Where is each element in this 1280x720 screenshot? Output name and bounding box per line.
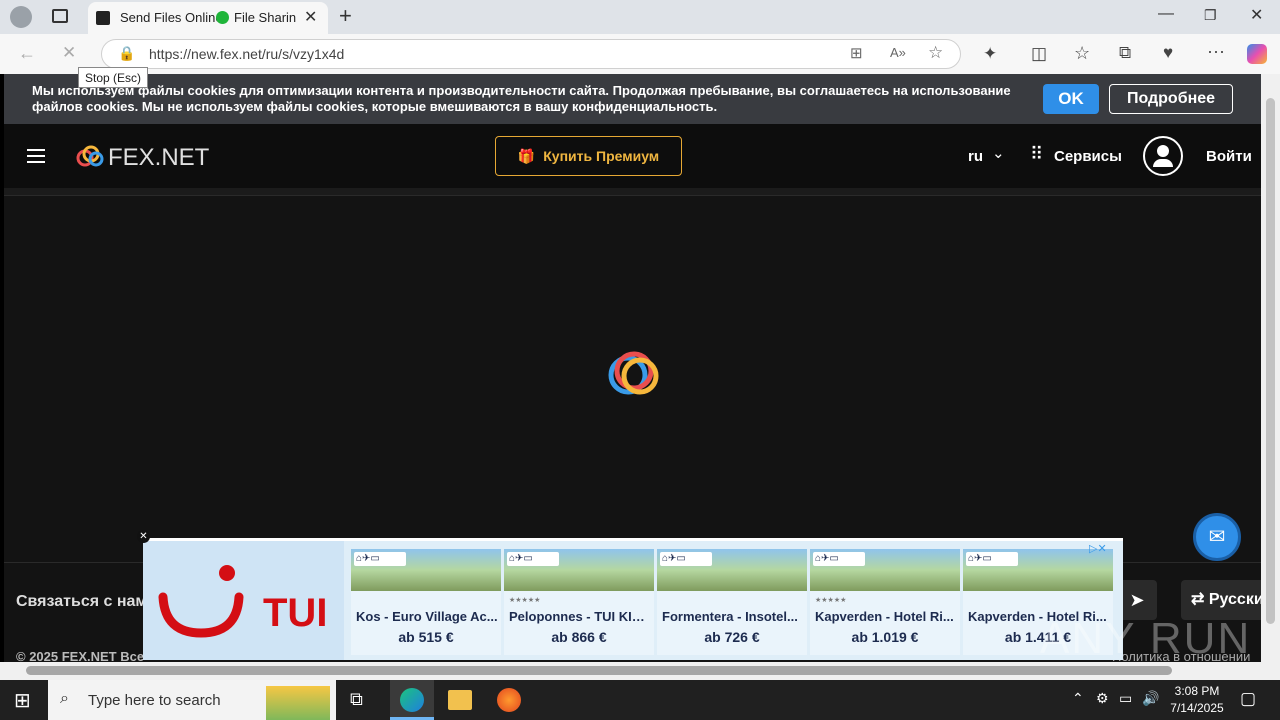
- volume-icon[interactable]: 🔊: [1142, 690, 1159, 707]
- search-icon: ⌕: [60, 690, 69, 707]
- cookie-text: Мы используем файлы cookies для оптимиза…: [32, 83, 1011, 114]
- card-price: ab 866 €: [551, 629, 607, 645]
- url-field[interactable]: 🔒 https://new.fex.net/ru/s/vzy1x4d ⊞ A» …: [101, 39, 961, 69]
- clock-time[interactable]: 3:08 PM: [1172, 684, 1222, 698]
- stop-tooltip: Stop (Esc): [78, 67, 149, 88]
- sub-header-bar: [4, 188, 1261, 196]
- flowers-decoration: [266, 686, 330, 720]
- language-selector[interactable]: ru: [968, 148, 983, 165]
- favicon-icon: [96, 11, 110, 25]
- card-stars: ★★★★★: [509, 597, 541, 604]
- edge-taskbar-button[interactable]: [390, 680, 434, 720]
- card-name: Peloponnes - TUI KID...: [509, 609, 651, 624]
- travel-icons: ⌂✈▭: [507, 552, 559, 566]
- travel-icons: ⌂✈▭: [813, 552, 865, 566]
- cookie-banner: Мы используем файлы cookies для оптимиза…: [4, 74, 1261, 124]
- chevron-down-icon[interactable]: ⌄: [992, 144, 1005, 162]
- tui-logo[interactable]: TUI: [143, 541, 344, 660]
- horizontal-scrollbar[interactable]: [0, 662, 1280, 680]
- card-name: Kos - Euro Village Ac...: [356, 609, 498, 624]
- card-stars: ★★★★★: [815, 597, 847, 604]
- footer-language-label: Русский: [1208, 591, 1261, 608]
- card-price: ab 515 €: [398, 629, 454, 645]
- windows-start-icon[interactable]: ⊞: [14, 688, 31, 713]
- vertical-scroll-thumb[interactable]: [1266, 98, 1275, 624]
- travel-icons: ⌂✈▭: [354, 552, 406, 566]
- url-text[interactable]: https://new.fex.net/ru/s/vzy1x4d: [149, 46, 344, 62]
- chat-mail-icon[interactable]: ✉: [1193, 513, 1241, 561]
- notifications-icon[interactable]: ▢: [1240, 689, 1256, 709]
- favorites-icon[interactable]: ☆: [1074, 43, 1090, 64]
- ad-close-icon[interactable]: ✕: [137, 530, 150, 543]
- tab-title: Send Files Online: [120, 10, 223, 25]
- taskbar-search-box[interactable]: ⌕ Type here to search: [48, 680, 336, 720]
- travel-icons: ⌂✈▭: [966, 552, 1018, 566]
- profile-icon[interactable]: [10, 6, 32, 28]
- login-link[interactable]: Войти: [1206, 148, 1252, 165]
- back-icon[interactable]: ←: [18, 43, 36, 64]
- tray-icon[interactable]: ⚙: [1096, 690, 1109, 707]
- tab-title-extra: File Sharing: [234, 10, 296, 25]
- new-tab-icon[interactable]: +: [339, 3, 352, 29]
- buy-premium-label: Купить Премиум: [543, 148, 660, 164]
- hamburger-menu-icon[interactable]: [27, 149, 45, 163]
- extensions-icon[interactable]: ✦: [983, 44, 997, 64]
- services-grid-icon[interactable]: ⠿: [1030, 144, 1043, 165]
- tui-brand-text: TUI: [263, 591, 328, 635]
- tray-chevron-up-icon[interactable]: ⌃: [1072, 690, 1084, 707]
- lock-icon[interactable]: 🔒: [118, 45, 135, 62]
- services-link[interactable]: Сервисы: [1054, 148, 1122, 165]
- collections-icon[interactable]: ⧉: [1119, 43, 1131, 63]
- more-menu-icon[interactable]: ···: [1207, 41, 1225, 62]
- card-name: Formentera - Insotel...: [662, 609, 798, 624]
- tui-advertisement[interactable]: TUI ⌂✈▭ Kos - Euro Village Ac... ab 515 …: [143, 538, 1123, 660]
- watermark-text: ANY RUN: [1040, 614, 1252, 663]
- browser-essentials-icon[interactable]: ♥: [1163, 43, 1173, 63]
- tab-actions-icon[interactable]: [52, 9, 68, 23]
- ad-card[interactable]: ⌂✈▭ Formentera - Insotel... ab 726 €: [657, 549, 807, 655]
- copilot-icon[interactable]: [1247, 44, 1267, 64]
- travel-icons: ⌂✈▭: [660, 552, 712, 566]
- card-price: ab 1.019 €: [851, 629, 919, 645]
- edge-icon: [400, 688, 424, 712]
- ad-card[interactable]: ⌂✈▭ ★★★★★ Kapverden - Hotel Ri... ab 1.0…: [810, 549, 960, 655]
- fex-logo-icon[interactable]: [76, 145, 106, 167]
- gift-icon: 🎁: [517, 147, 536, 164]
- translate-icon: ⇄: [1191, 591, 1209, 608]
- read-aloud-icon[interactable]: A»: [890, 45, 906, 60]
- adchoices-icon[interactable]: ▷✕: [1089, 542, 1107, 555]
- minimize-icon[interactable]: —: [1158, 5, 1174, 23]
- active-tab[interactable]: Send Files Online File Sharing ✕: [88, 2, 328, 34]
- app-install-icon[interactable]: ⊞: [850, 44, 863, 62]
- card-name: Kapverden - Hotel Ri...: [815, 609, 954, 624]
- browser-tab-strip: Send Files Online File Sharing ✕ + — ❐ ✕: [0, 0, 1280, 34]
- stop-icon[interactable]: ✕: [62, 43, 76, 63]
- file-explorer-icon[interactable]: [448, 690, 472, 710]
- cookie-more-button[interactable]: Подробнее: [1109, 84, 1233, 114]
- loading-spinner-icon: [606, 349, 662, 399]
- buy-premium-button[interactable]: 🎁 Купить Премиум: [495, 136, 682, 176]
- network-icon[interactable]: ▭: [1119, 690, 1132, 707]
- close-tab-icon[interactable]: ✕: [304, 7, 317, 27]
- clock-date[interactable]: 7/14/2025: [1166, 701, 1228, 715]
- cookie-ok-button[interactable]: OK: [1043, 84, 1099, 114]
- window-close-icon[interactable]: ✕: [1250, 5, 1263, 25]
- firefox-icon[interactable]: [497, 688, 521, 712]
- favorite-star-icon[interactable]: ☆: [928, 43, 943, 63]
- vertical-scrollbar[interactable]: [1261, 74, 1280, 662]
- search-placeholder: Type here to search: [88, 692, 221, 709]
- site-logo-text[interactable]: FEX.NET: [108, 144, 209, 172]
- horizontal-scroll-thumb[interactable]: [26, 666, 1172, 675]
- user-avatar-icon[interactable]: [1143, 136, 1183, 176]
- ad-card[interactable]: ⌂✈▭ ★★★★★ Peloponnes - TUI KID... ab 866…: [504, 549, 654, 655]
- ad-card[interactable]: ⌂✈▭ Kos - Euro Village Ac... ab 515 €: [351, 549, 501, 655]
- recording-icon: [216, 11, 229, 24]
- task-view-icon[interactable]: ⧉: [350, 689, 363, 710]
- card-price: ab 726 €: [704, 629, 760, 645]
- contact-us-label[interactable]: Связаться с нами: [16, 593, 157, 611]
- copyright-text: © 2025 FEX.NET Все: [16, 649, 145, 662]
- site-header: FEX.NET 🎁 Купить Премиум ru ⌄ ⠿ Сервисы …: [4, 124, 1261, 188]
- restore-icon[interactable]: ❐: [1204, 7, 1217, 24]
- split-screen-icon[interactable]: ◫: [1031, 44, 1047, 64]
